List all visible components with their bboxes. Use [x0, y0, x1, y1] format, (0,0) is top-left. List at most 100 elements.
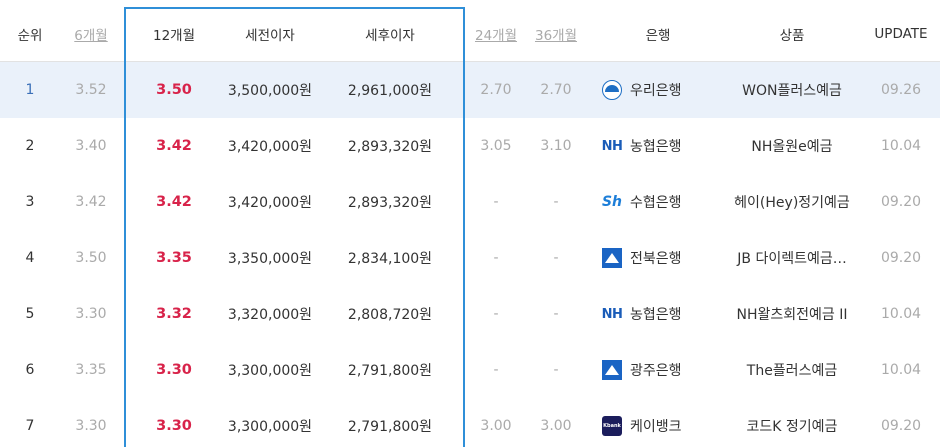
nh-logo-icon: NH — [601, 306, 623, 322]
nh-logo-icon: NH — [601, 138, 623, 154]
rate-6-month-cell: 3.30 — [75, 306, 107, 322]
table-row[interactable]: 2 3.40 3.42 3,420,000원 2,893,320원 3.05 3.10 NH 농… — [0, 118, 940, 174]
bank-cell[interactable]: 광주은행 — [596, 342, 720, 398]
bank-name: 케이뱅크 — [630, 419, 682, 435]
aftertax-interest-cell: 2,893,320원 — [347, 139, 433, 155]
rate-24-month-cell: 2.70 — [480, 82, 512, 98]
rate-36-month-cell: 3.10 — [540, 138, 572, 154]
rank-cell: 5 — [25, 306, 35, 322]
sh-logo-icon: Sh — [601, 194, 623, 210]
rate-36-month-cell: 3.00 — [540, 418, 572, 434]
pretax-interest-cell: 3,300,000원 — [227, 363, 313, 379]
product-link[interactable]: 코드K 정기예금 — [722, 398, 862, 447]
kbank-logo-icon: Kbank — [602, 416, 622, 436]
rate-12-month-cell: 3.35 — [156, 250, 192, 266]
aftertax-interest-cell: 2,791,800원 — [347, 419, 433, 435]
rate-12-month-cell: 3.42 — [156, 194, 192, 210]
update-date-cell: 10.04 — [880, 362, 922, 378]
rate-36-month-cell: 2.70 — [540, 82, 572, 98]
aftertax-interest-cell: 2,834,100원 — [347, 251, 433, 267]
rate-6-month-cell: 3.40 — [75, 138, 107, 154]
product-link[interactable]: 헤이(Hey)정기예금 — [722, 174, 862, 230]
pretax-interest-cell: 3,500,000원 — [227, 83, 313, 99]
table-row[interactable]: 3 3.42 3.42 3,420,000원 2,893,320원 - - Sh 수협은행 헤이(… — [0, 174, 940, 230]
header-pretax-interest: 세전이자 — [245, 28, 295, 44]
rate-36-month-cell: - — [553, 250, 559, 266]
rate-12-month-cell: 3.42 — [156, 138, 192, 154]
update-date-cell: 09.20 — [880, 250, 922, 266]
pretax-interest-cell: 3,420,000원 — [227, 195, 313, 211]
bank-name: 수협은행 — [630, 195, 682, 211]
rank-cell: 6 — [25, 362, 35, 378]
product-link[interactable]: The플러스예금 — [722, 342, 862, 398]
rank-cell: 4 — [25, 250, 35, 266]
rate-6-month-cell: 3.50 — [75, 250, 107, 266]
rate-12-month-cell: 3.30 — [156, 418, 192, 434]
rate-12-month-cell: 3.30 — [156, 362, 192, 378]
woori-logo-icon — [602, 80, 622, 100]
rate-12-month-cell: 3.32 — [156, 306, 192, 322]
rate-36-month-cell: - — [553, 362, 559, 378]
bank-cell[interactable]: 우리은행 — [596, 62, 720, 118]
bank-cell[interactable]: NH 농협은행 — [596, 118, 720, 174]
header-aftertax-interest: 세후이자 — [365, 28, 415, 44]
table-header: 순위 6개월 12개월 세전이자 세후이자 24개월 36개월 은행 상품 UP… — [0, 7, 940, 62]
rate-24-month-cell: - — [493, 306, 499, 322]
rate-36-month-cell: - — [553, 194, 559, 210]
bank-name: 농협은행 — [630, 139, 682, 155]
aftertax-interest-cell: 2,893,320원 — [347, 195, 433, 211]
header-update: UPDATE — [874, 26, 928, 42]
rate-24-month-cell: - — [493, 194, 499, 210]
bank-cell[interactable]: NH 농협은행 — [596, 286, 720, 342]
header-rank[interactable]: 순위 — [0, 7, 60, 61]
rate-24-month-cell: - — [493, 250, 499, 266]
table-row[interactable]: 1 3.52 3.50 3,500,000원 2,961,000원 2.70 2.70 우리은… — [0, 62, 940, 118]
jb-logo-icon — [602, 248, 622, 268]
deposit-rate-table: 순위 6개월 12개월 세전이자 세후이자 24개월 36개월 은행 상품 UP… — [0, 0, 940, 447]
pretax-interest-cell: 3,350,000원 — [227, 251, 313, 267]
aftertax-interest-cell: 2,791,800원 — [347, 363, 433, 379]
update-date-cell: 10.04 — [880, 306, 922, 322]
update-date-cell: 09.20 — [880, 418, 922, 434]
header-24-month-link[interactable]: 24개월 — [475, 24, 517, 44]
bank-name: 농협은행 — [630, 307, 682, 323]
update-date-cell: 10.04 — [880, 138, 922, 154]
update-date-cell: 09.26 — [880, 82, 922, 98]
header-6-month-link[interactable]: 6개월 — [74, 24, 107, 44]
aftertax-interest-cell: 2,808,720원 — [347, 307, 433, 323]
rate-12-month-cell: 3.50 — [156, 82, 192, 98]
update-date-cell: 09.20 — [880, 194, 922, 210]
pretax-interest-cell: 3,300,000원 — [227, 419, 313, 435]
product-link[interactable]: NH왈츠회전예금 II — [722, 286, 862, 342]
rate-6-month-cell: 3.42 — [75, 194, 107, 210]
rank-cell: 2 — [25, 138, 35, 154]
bank-name: 전북은행 — [630, 251, 682, 267]
rate-6-month-cell: 3.30 — [75, 418, 107, 434]
table-row[interactable]: 5 3.30 3.32 3,320,000원 2,808,720원 - - NH 농협은행 NH왈… — [0, 286, 940, 342]
bank-cell[interactable]: 전북은행 — [596, 230, 720, 286]
aftertax-interest-cell: 2,961,000원 — [347, 83, 433, 99]
table-row[interactable]: 4 3.50 3.35 3,350,000원 2,834,100원 - - 전북은행 JB 다이… — [0, 230, 940, 286]
bank-name: 우리은행 — [630, 83, 682, 99]
rate-24-month-cell: 3.00 — [480, 418, 512, 434]
rate-36-month-cell: - — [553, 306, 559, 322]
rank-cell: 3 — [25, 194, 35, 210]
header-12-month[interactable]: 12개월 — [126, 7, 222, 61]
product-link[interactable]: WON플러스예금 — [722, 62, 862, 118]
product-link[interactable]: NH올원e예금 — [722, 118, 862, 174]
product-link[interactable]: JB 다이렉트예금… — [722, 230, 862, 286]
table-row[interactable]: 7 3.30 3.30 3,300,000원 2,791,800원 3.00 3.00 Kba… — [0, 398, 940, 447]
header-product: 상품 — [779, 28, 805, 44]
rank-cell: 7 — [25, 418, 35, 434]
rate-24-month-cell: 3.05 — [480, 138, 512, 154]
header-36-month-link[interactable]: 36개월 — [535, 24, 577, 44]
table-row[interactable]: 6 3.35 3.30 3,300,000원 2,791,800원 - - 광주은행 The플러… — [0, 342, 940, 398]
rate-6-month-cell: 3.35 — [75, 362, 107, 378]
bank-name: 광주은행 — [630, 363, 682, 379]
rank-cell: 1 — [25, 82, 35, 98]
bank-cell[interactable]: Sh 수협은행 — [596, 174, 720, 230]
pretax-interest-cell: 3,320,000원 — [227, 307, 313, 323]
jb-logo-icon — [602, 360, 622, 380]
bank-cell[interactable]: Kbank 케이뱅크 — [596, 398, 720, 447]
rate-6-month-cell: 3.52 — [75, 82, 107, 98]
